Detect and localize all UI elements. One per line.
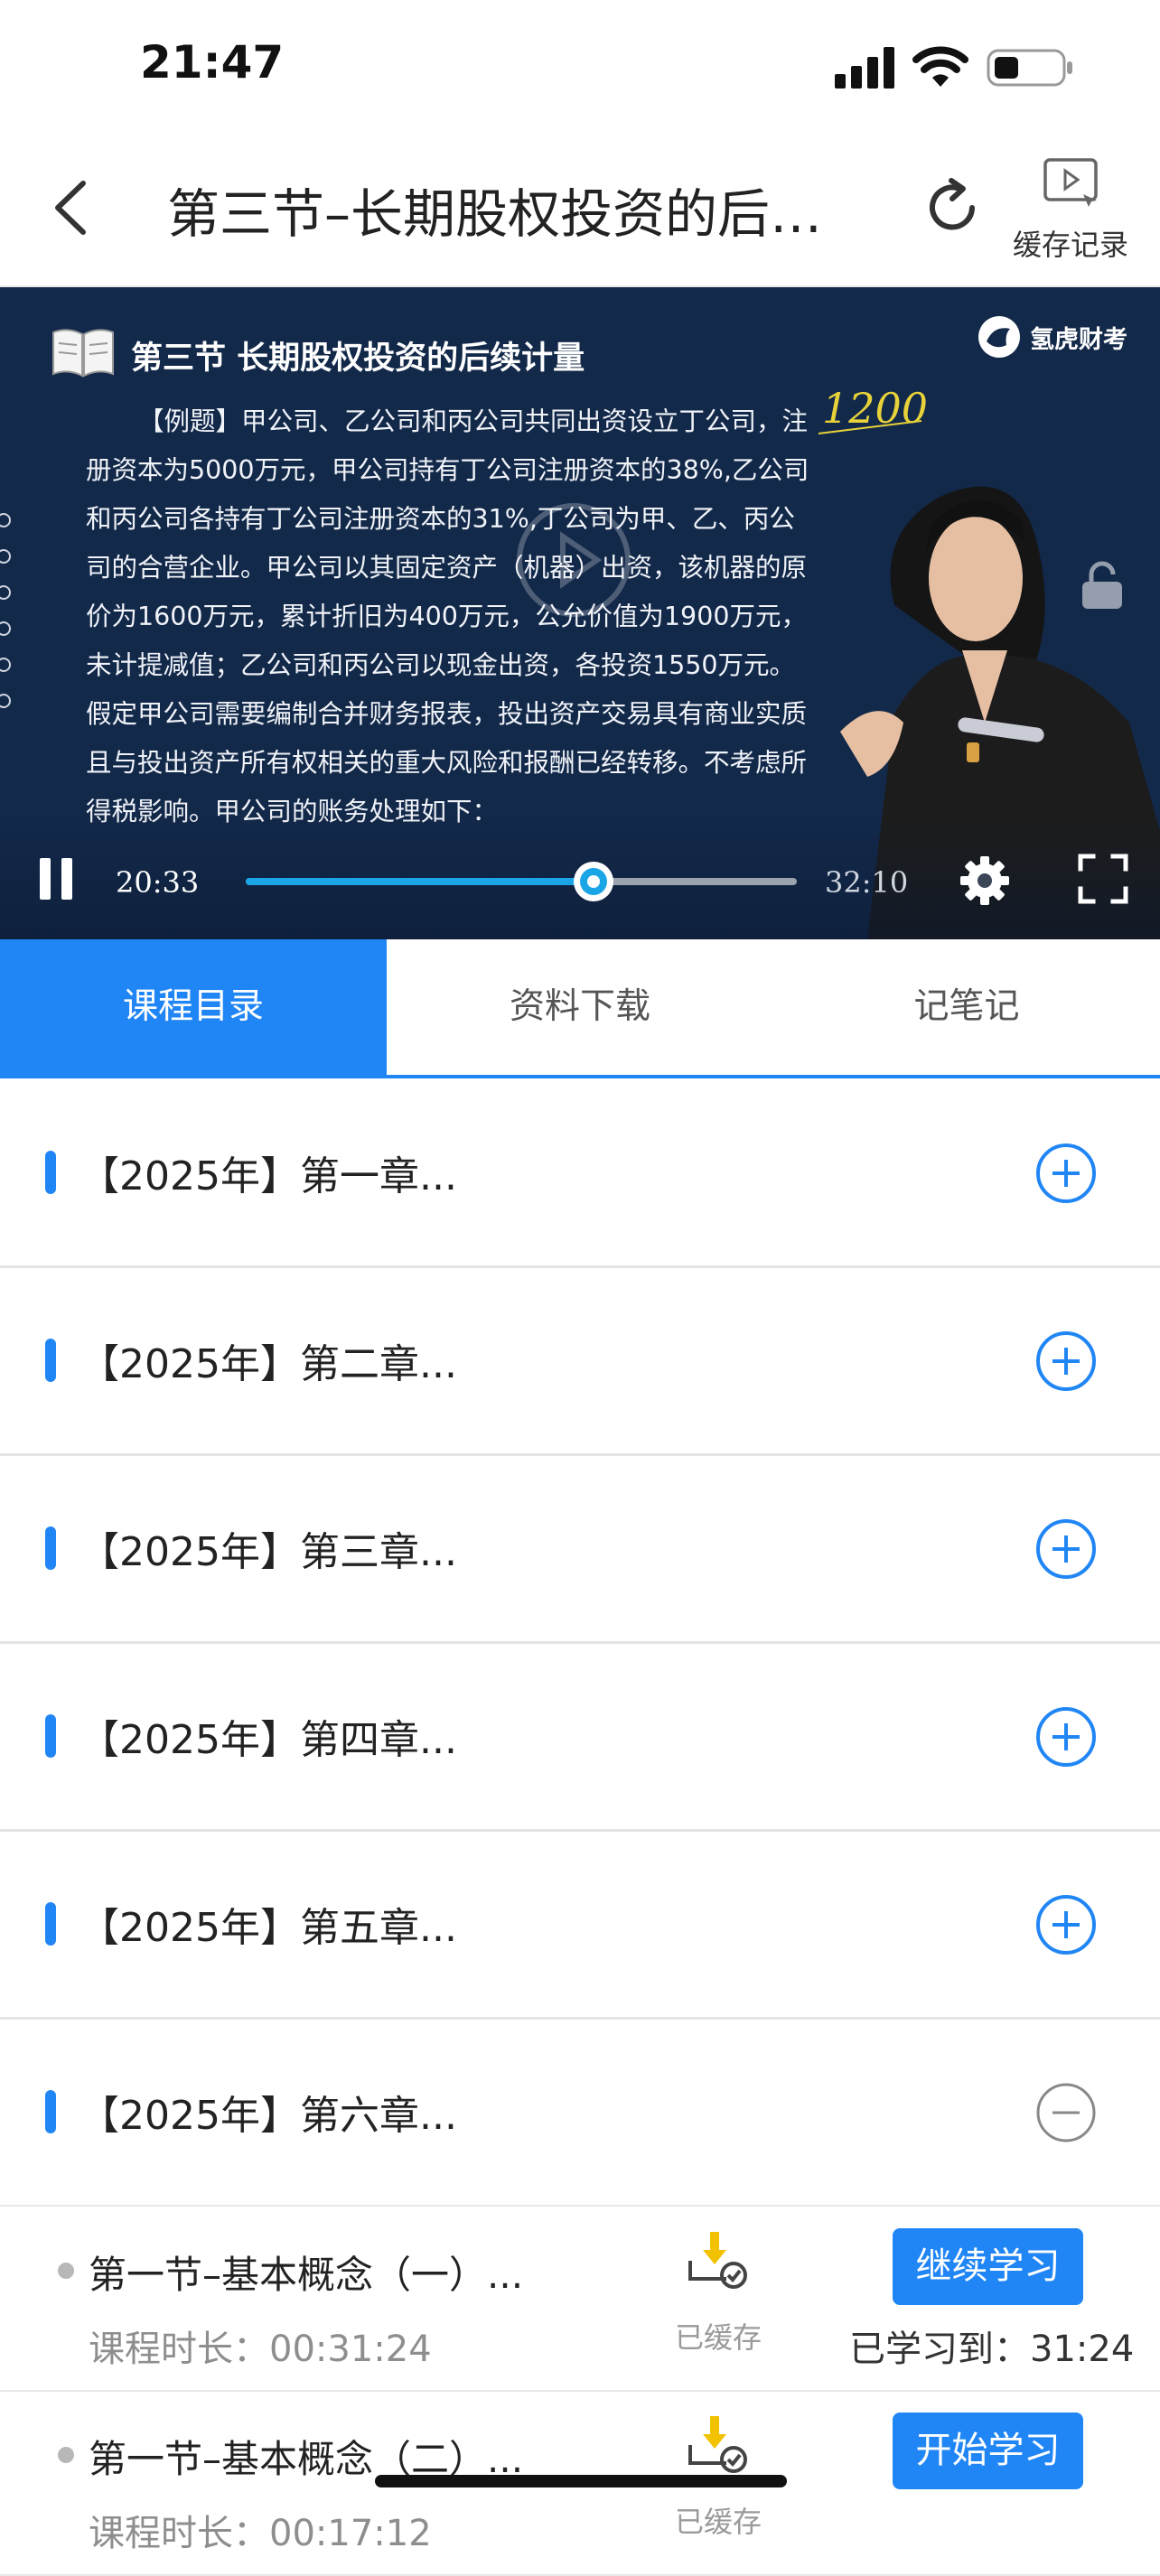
current-time: 20:33 bbox=[116, 865, 200, 900]
tab-course-catalog[interactable]: 课程目录 bbox=[0, 939, 387, 1075]
brand-logo-icon bbox=[978, 316, 1020, 358]
cache-record-button[interactable]: 缓存记录 bbox=[998, 152, 1143, 269]
chapter-marker bbox=[45, 1526, 56, 1570]
expand-plus-icon[interactable] bbox=[1034, 1330, 1098, 1393]
continue-learning-button[interactable]: 继续学习 bbox=[893, 2228, 1083, 2305]
gear-icon[interactable] bbox=[958, 854, 1012, 908]
side-toolbar-icons bbox=[0, 513, 11, 708]
chapter-row[interactable]: 【2025年】第四章... bbox=[0, 1642, 1160, 1832]
cellular-signal-icon bbox=[835, 47, 894, 89]
pause-icon[interactable] bbox=[38, 856, 76, 901]
download-cached-icon[interactable] bbox=[685, 2228, 750, 2293]
slide-body-text: 【例题】甲公司、乙公司和丙公司共同出资设立丁公司，注册资本为5000万元，甲公司… bbox=[86, 406, 809, 826]
wifi-icon bbox=[912, 46, 968, 87]
lesson-duration: 课程时长：00:17:12 bbox=[89, 2513, 432, 2554]
expand-plus-icon[interactable] bbox=[1034, 1893, 1098, 1956]
progress-track[interactable] bbox=[246, 878, 797, 885]
chapter-row[interactable]: 【2025年】第六章... bbox=[0, 2018, 1160, 2207]
expand-plus-icon[interactable] bbox=[1034, 1142, 1098, 1205]
chapter-row[interactable]: 【2025年】第二章... bbox=[0, 1266, 1160, 1456]
lesson-row[interactable]: 第一节–基本概念（一）... 课程时长：00:31:24 已缓存 继续学习 已学… bbox=[0, 2207, 1160, 2392]
tab-notes[interactable]: 记笔记 bbox=[773, 939, 1160, 1075]
watermark-play-icon bbox=[517, 503, 631, 617]
chapter-row[interactable]: 【2025年】第五章... bbox=[0, 1830, 1160, 2020]
expand-plus-icon[interactable] bbox=[1034, 1705, 1098, 1769]
expand-plus-icon[interactable] bbox=[1034, 1517, 1098, 1581]
lesson-name: 第一节–基本概念（一）... bbox=[89, 2253, 524, 2297]
cache-record-label: 缓存记录 bbox=[1012, 228, 1128, 262]
studied-progress: 已学习到：31:24 bbox=[849, 2329, 1135, 2370]
chapter-marker bbox=[45, 1902, 56, 1946]
lesson-duration: 课程时长：00:31:24 bbox=[89, 2329, 432, 2370]
brand-logo-text: 氢虎财考 bbox=[1030, 326, 1127, 354]
cache-status-label: 已缓存 bbox=[674, 2505, 762, 2539]
fullscreen-icon[interactable] bbox=[1077, 853, 1129, 905]
page-title: 第三节–长期股权投资的后… bbox=[167, 183, 823, 245]
progress-knob[interactable] bbox=[571, 859, 616, 904]
slide-title: 第三节 长期股权投资的后续计量 bbox=[131, 341, 585, 377]
cache-video-icon bbox=[1043, 158, 1098, 207]
refresh-icon[interactable] bbox=[921, 172, 985, 244]
back-arrow-icon[interactable] bbox=[45, 176, 99, 239]
lesson-bullet bbox=[58, 2447, 74, 2463]
lesson-bullet bbox=[58, 2263, 74, 2279]
status-time: 21:47 bbox=[140, 36, 285, 89]
chapter-marker bbox=[45, 1151, 56, 1194]
chapter-label: 【2025年】第一章... bbox=[80, 1153, 457, 1199]
chapter-label: 【2025年】第四章... bbox=[80, 1717, 457, 1763]
total-time: 32:10 bbox=[825, 865, 909, 900]
chapter-marker bbox=[45, 1339, 56, 1382]
progress-fill bbox=[246, 878, 599, 885]
collapse-minus-icon[interactable] bbox=[1034, 2081, 1098, 2144]
start-learning-button[interactable]: 开始学习 bbox=[893, 2413, 1083, 2489]
home-indicator bbox=[375, 2475, 787, 2487]
screen-lock-icon[interactable] bbox=[1077, 560, 1127, 611]
chapter-marker bbox=[45, 1714, 56, 1758]
cache-status-label: 已缓存 bbox=[674, 2320, 762, 2355]
chapter-marker bbox=[45, 2090, 56, 2133]
book-icon bbox=[52, 329, 114, 378]
chapter-label: 【2025年】第三章... bbox=[80, 1529, 457, 1575]
download-cached-icon[interactable] bbox=[685, 2413, 750, 2478]
tab-bar: 课程目录 资料下载 记笔记 bbox=[0, 939, 1160, 1078]
tab-materials-download[interactable]: 资料下载 bbox=[387, 939, 773, 1075]
chapter-label: 【2025年】第五章... bbox=[80, 1905, 457, 1951]
battery-icon bbox=[987, 49, 1072, 87]
chapter-row[interactable]: 【2025年】第一章... bbox=[0, 1078, 1160, 1268]
chapter-label: 【2025年】第二章... bbox=[80, 1341, 457, 1387]
chapter-label: 【2025年】第六章... bbox=[80, 2093, 457, 2139]
chapter-row[interactable]: 【2025年】第三章... bbox=[0, 1454, 1160, 1644]
